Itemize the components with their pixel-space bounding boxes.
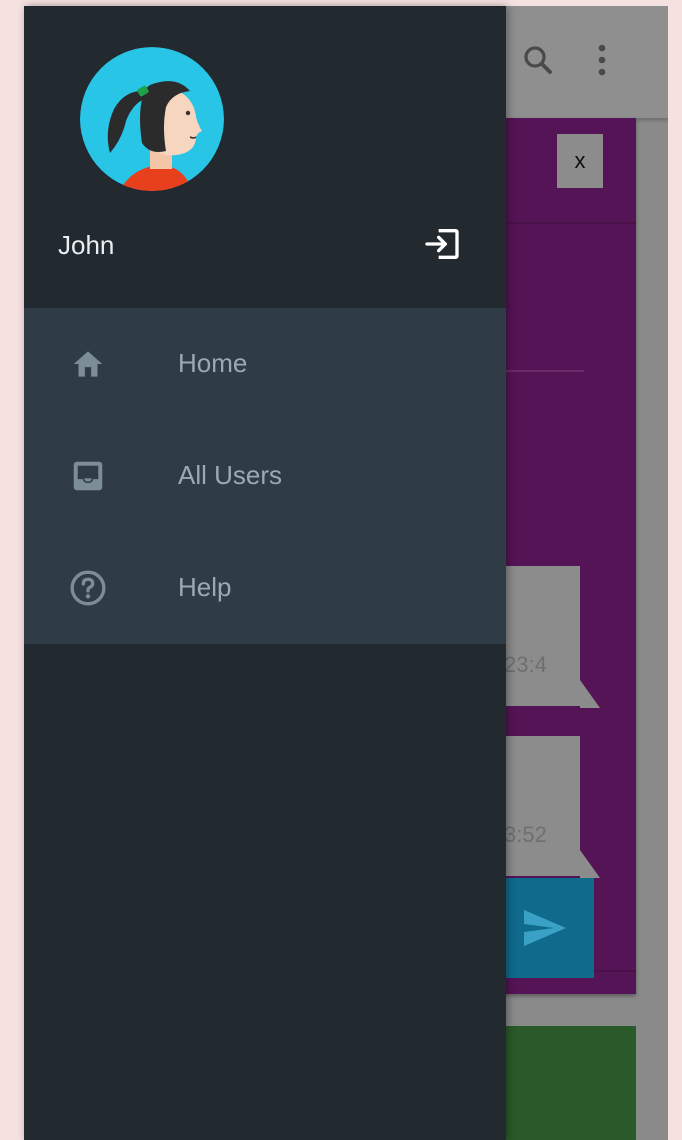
drawer-header: John [24,6,506,308]
logout-icon [425,229,459,259]
green-card [494,1026,636,1140]
search-icon[interactable] [516,38,560,82]
help-circle-icon [66,566,110,610]
menu-item-all-users[interactable]: All Users [24,420,506,532]
send-icon [524,910,566,946]
menu-item-label: All Users [178,460,283,490]
message-time: 23:4 [504,652,547,677]
avatar [80,47,224,191]
inbox-icon [66,454,110,498]
user-name: John [58,230,115,260]
drawer-menu: Home All Users Help [24,308,506,644]
navigation-drawer: John Home All Users Help [24,6,506,1140]
message-time: 3:52 [504,822,547,847]
divider [504,370,584,372]
home-icon [66,342,110,386]
menu-item-home[interactable]: Home [24,308,506,420]
send-button[interactable] [494,878,594,978]
menu-item-label: Home [178,348,248,378]
bubble-tail [580,680,600,708]
logout-button[interactable] [420,222,464,266]
menu-item-help[interactable]: Help [24,532,506,644]
close-button[interactable]: x [557,134,603,188]
more-vert-icon[interactable] [580,38,624,82]
menu-item-label: Help [178,572,232,602]
bubble-tail [580,850,600,878]
